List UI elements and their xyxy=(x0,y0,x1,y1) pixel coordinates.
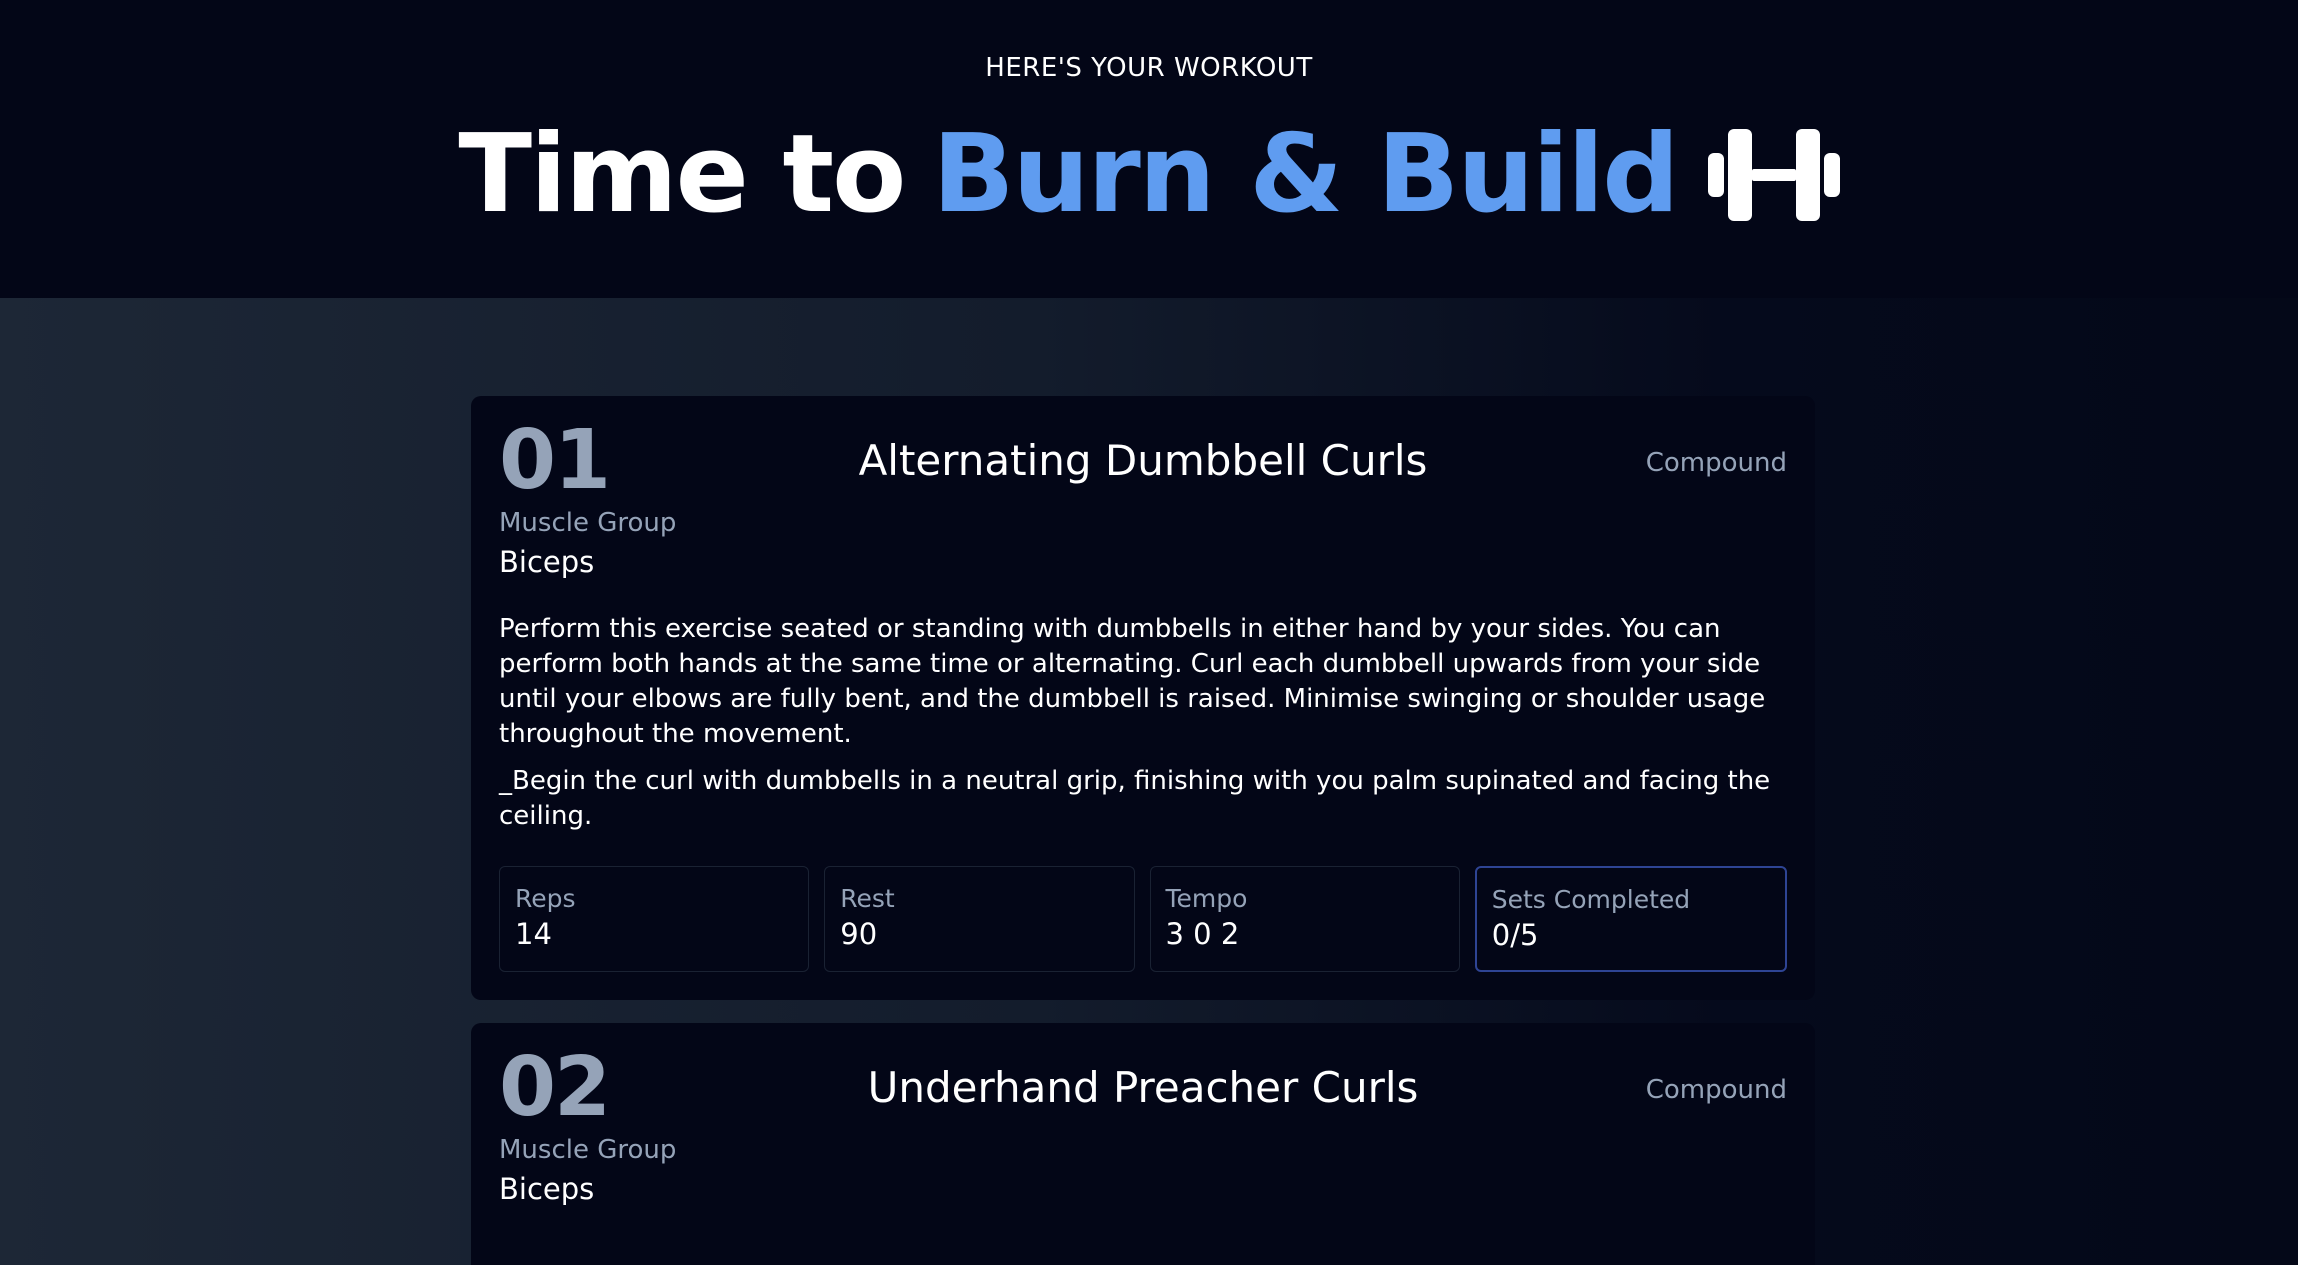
exercise-name: Alternating Dumbbell Curls xyxy=(858,436,1428,485)
exercise-type: Compound xyxy=(1645,1075,1787,1105)
sets-completed-value: 0/5 xyxy=(1491,918,1539,952)
exercise-card[interactable]: 02 Underhand Preacher Curls Compound Mus… xyxy=(471,1023,1815,1265)
exercise-name: Underhand Preacher Curls xyxy=(867,1063,1419,1112)
sets-completed-button[interactable]: Sets Completed 0/5 xyxy=(1474,866,1787,972)
reps-stat: Reps 14 xyxy=(499,866,810,972)
exercise-card-header: 02 Underhand Preacher Curls Compound xyxy=(471,1023,1815,1133)
reps-value: 14 xyxy=(515,917,552,951)
title-accent: Burn & Build xyxy=(932,112,1679,237)
tempo-value: 3 0 2 xyxy=(1165,917,1240,951)
exercise-description: Perform this exercise seated or standing… xyxy=(499,614,1766,749)
tempo-label: Tempo xyxy=(1165,884,1248,913)
muscle-group-label: Muscle Group xyxy=(499,1135,677,1165)
title-plain: Time to xyxy=(458,112,906,237)
rest-value: 90 xyxy=(840,917,878,951)
reps-label: Reps xyxy=(515,884,576,913)
muscle-group-value: Biceps xyxy=(499,545,595,579)
muscle-group-label: Muscle Group xyxy=(499,508,677,538)
rest-label: Rest xyxy=(840,884,895,913)
tempo-stat: Tempo 3 0 2 xyxy=(1149,866,1460,972)
exercise-card-header: 01 Alternating Dumbbell Curls Compound xyxy=(471,396,1815,506)
exercise-type: Compound xyxy=(1645,448,1787,478)
sets-completed-label: Sets Completed xyxy=(1491,885,1691,914)
exercise-note: _Begin the curl with dumbbells in a neut… xyxy=(499,766,1771,831)
workout-header: HERE'S YOUR WORKOUT Time to Burn & Build xyxy=(0,0,2298,298)
exercise-stats: Reps 14 Rest 90 Tempo 3 0 2 Sets Complet… xyxy=(499,866,1787,1000)
workout-list: 01 Alternating Dumbbell Curls Compound M… xyxy=(0,298,2298,1265)
exercise-card[interactable]: 01 Alternating Dumbbell Curls Compound M… xyxy=(471,396,1815,1000)
page-title: Time to Burn & Build xyxy=(0,110,2298,240)
rest-stat: Rest 90 xyxy=(824,866,1135,972)
muscle-group-value: Biceps xyxy=(499,1172,595,1206)
header-eyebrow: HERE'S YOUR WORKOUT xyxy=(985,53,1313,83)
dumbbell-icon xyxy=(1707,129,1840,221)
